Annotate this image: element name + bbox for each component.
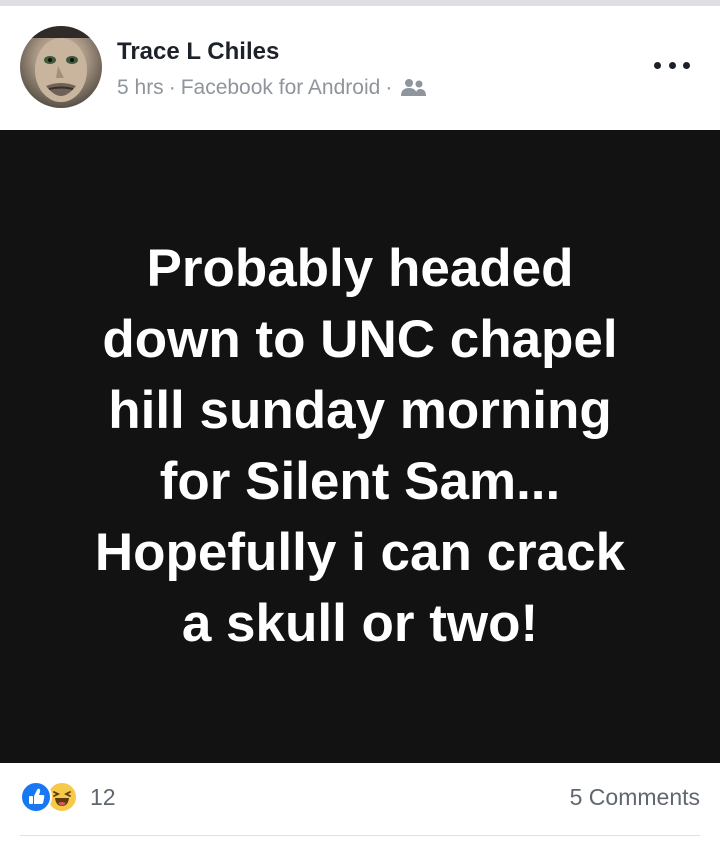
like-icon [20, 781, 52, 813]
more-dot [668, 61, 676, 69]
post-text-line: Probably headed [146, 238, 574, 298]
more-options-icon[interactable] [654, 58, 690, 72]
reaction-count: 12 [90, 783, 116, 810]
post-image-text: Probably headed down to UNC chapel hill … [50, 233, 670, 659]
post-timestamp[interactable]: 5 hrs [117, 76, 164, 100]
post-text-line: a skull or two! [181, 593, 539, 653]
comments-count-link[interactable]: 5 Comments [570, 784, 700, 811]
friends-icon[interactable] [401, 78, 427, 98]
post-text-line: down to UNC chapel [102, 309, 618, 369]
meta-separator-2: · [385, 76, 393, 99]
post-text-line: hill sunday morning [108, 380, 612, 440]
post-footer: 12 5 Comments [0, 763, 720, 845]
post-header: Trace L Chiles 5 hrs · Facebook for Andr… [0, 6, 720, 130]
meta-separator: · [168, 76, 176, 99]
post-image[interactable]: Probably headed down to UNC chapel hill … [0, 130, 720, 763]
post-text-line: for Silent Sam... [159, 451, 561, 511]
author-avatar[interactable] [20, 26, 102, 108]
avatar-face-icon [20, 26, 102, 102]
post-meta: 5 hrs · Facebook for Android · [117, 76, 427, 100]
more-dot [654, 61, 661, 69]
post-text-line: Hopefully i can crack [94, 522, 626, 582]
reactions-summary[interactable]: 12 [20, 781, 116, 813]
post-source: Facebook for Android [180, 76, 381, 99]
footer-divider [20, 835, 700, 836]
more-dot [683, 61, 690, 69]
author-name[interactable]: Trace L Chiles [117, 38, 279, 66]
